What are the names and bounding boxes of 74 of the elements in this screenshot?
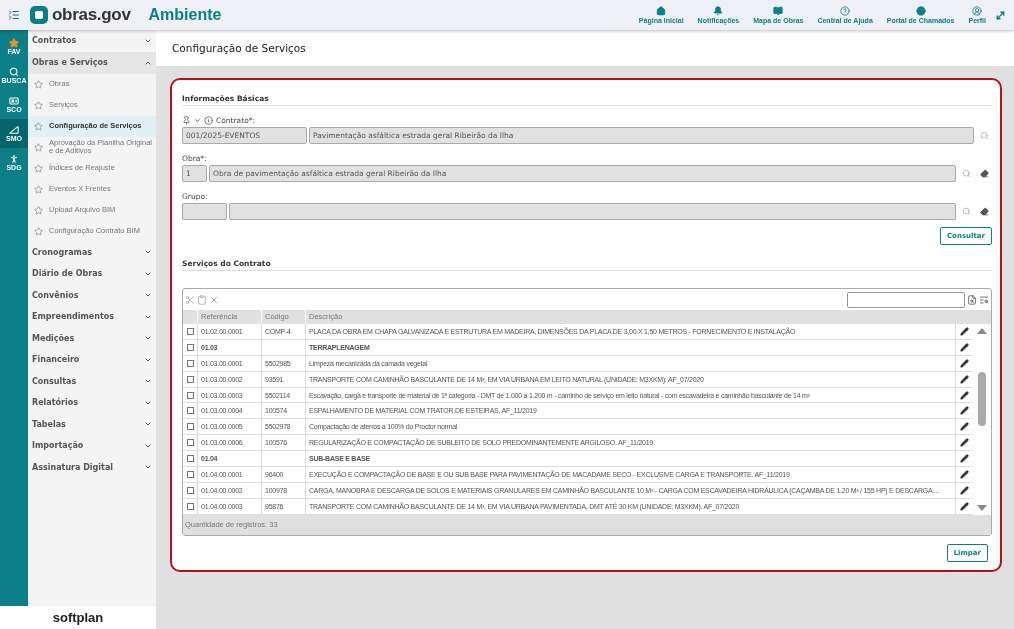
row-checkbox[interactable]: [186, 375, 194, 383]
caret-icon[interactable]: [194, 116, 201, 124]
pencil-icon: [960, 358, 969, 368]
star-icon[interactable]: [34, 121, 43, 131]
pencil-icon: [960, 390, 969, 400]
person-icon: [9, 154, 19, 164]
star-icon[interactable]: [34, 226, 43, 236]
star-icon[interactable]: [34, 163, 43, 173]
logo-text: obras.gov: [52, 5, 131, 25]
row-checkbox[interactable]: [186, 327, 194, 335]
triangle-icon: [9, 125, 19, 135]
row-checkbox[interactable]: [186, 391, 194, 399]
menu-section[interactable]: Importação: [28, 435, 156, 457]
bell-icon: [713, 6, 724, 16]
star-icon: [9, 38, 19, 48]
row-checkbox[interactable]: [186, 470, 194, 478]
pencil-icon: [960, 469, 969, 479]
menu-section[interactable]: Medições: [28, 327, 156, 349]
id-card-icon: [9, 96, 19, 106]
row-checkbox[interactable]: [186, 407, 194, 415]
star-icon[interactable]: [34, 205, 43, 215]
pencil-icon: [960, 374, 969, 384]
group-description-field[interactable]: [229, 203, 956, 220]
pencil-icon: [960, 438, 969, 448]
eraser-icon[interactable]: [979, 207, 989, 216]
row-checkbox[interactable]: [186, 486, 194, 494]
book-icon: [773, 6, 784, 16]
clipboard-icon[interactable]: [197, 294, 207, 305]
filter-search-icon[interactable]: [979, 294, 989, 305]
menu-section[interactable]: Diário de Obras: [28, 263, 156, 285]
star-icon[interactable]: [34, 184, 43, 194]
menu-section[interactable]: Tabelas: [28, 413, 156, 435]
star-icon[interactable]: [34, 142, 43, 152]
eraser-icon[interactable]: [979, 169, 989, 178]
pin-icon[interactable]: [182, 115, 191, 125]
menu-section[interactable]: Obras e Serviços: [28, 51, 156, 74]
environment-name: Ambiente: [148, 6, 222, 24]
star-icon[interactable]: [34, 79, 43, 89]
search-icon: [9, 67, 19, 77]
pencil-icon: [960, 501, 969, 511]
pencil-icon: [960, 406, 969, 416]
menu-section[interactable]: Relatórios: [28, 392, 156, 414]
menu-section[interactable]: Consultas: [28, 370, 156, 392]
row-checkbox[interactable]: [186, 502, 194, 510]
help-icon: [840, 6, 851, 16]
page-title: Configuração de Serviços: [172, 42, 306, 54]
row-checkbox[interactable]: [186, 455, 194, 463]
group-code-field[interactable]: [182, 203, 227, 220]
menu-section[interactable]: Assinatura Digital: [28, 456, 156, 478]
row-checkbox[interactable]: [186, 359, 194, 367]
menu-section[interactable]: Empreendimentos: [28, 306, 156, 328]
menu-section[interactable]: Convênios: [28, 284, 156, 306]
menu-section[interactable]: Cronogramas: [28, 241, 156, 263]
pencil-icon: [960, 422, 969, 432]
menu-section[interactable]: Contratos: [28, 30, 156, 52]
brand-logo: softplan: [0, 606, 156, 629]
row-checkbox[interactable]: [186, 439, 194, 447]
star-icon[interactable]: [34, 100, 43, 110]
user-icon: [972, 6, 983, 16]
info-icon[interactable]: [204, 115, 213, 125]
logo-icon: [30, 6, 48, 24]
pencil-icon: [960, 454, 969, 464]
delete-icon[interactable]: [209, 294, 219, 305]
pencil-icon: [960, 326, 969, 336]
expand-icon[interactable]: [995, 9, 1006, 21]
pencil-icon: [960, 485, 969, 495]
file-search-icon[interactable]: [967, 294, 977, 305]
pencil-icon: [960, 342, 969, 352]
grid-search-field[interactable]: [847, 291, 965, 308]
menu-section[interactable]: Financeiro: [28, 349, 156, 371]
house-icon: [656, 6, 667, 16]
row-checkbox[interactable]: [186, 423, 194, 431]
menu-icon[interactable]: [8, 9, 20, 21]
row-checkbox[interactable]: [186, 343, 194, 351]
